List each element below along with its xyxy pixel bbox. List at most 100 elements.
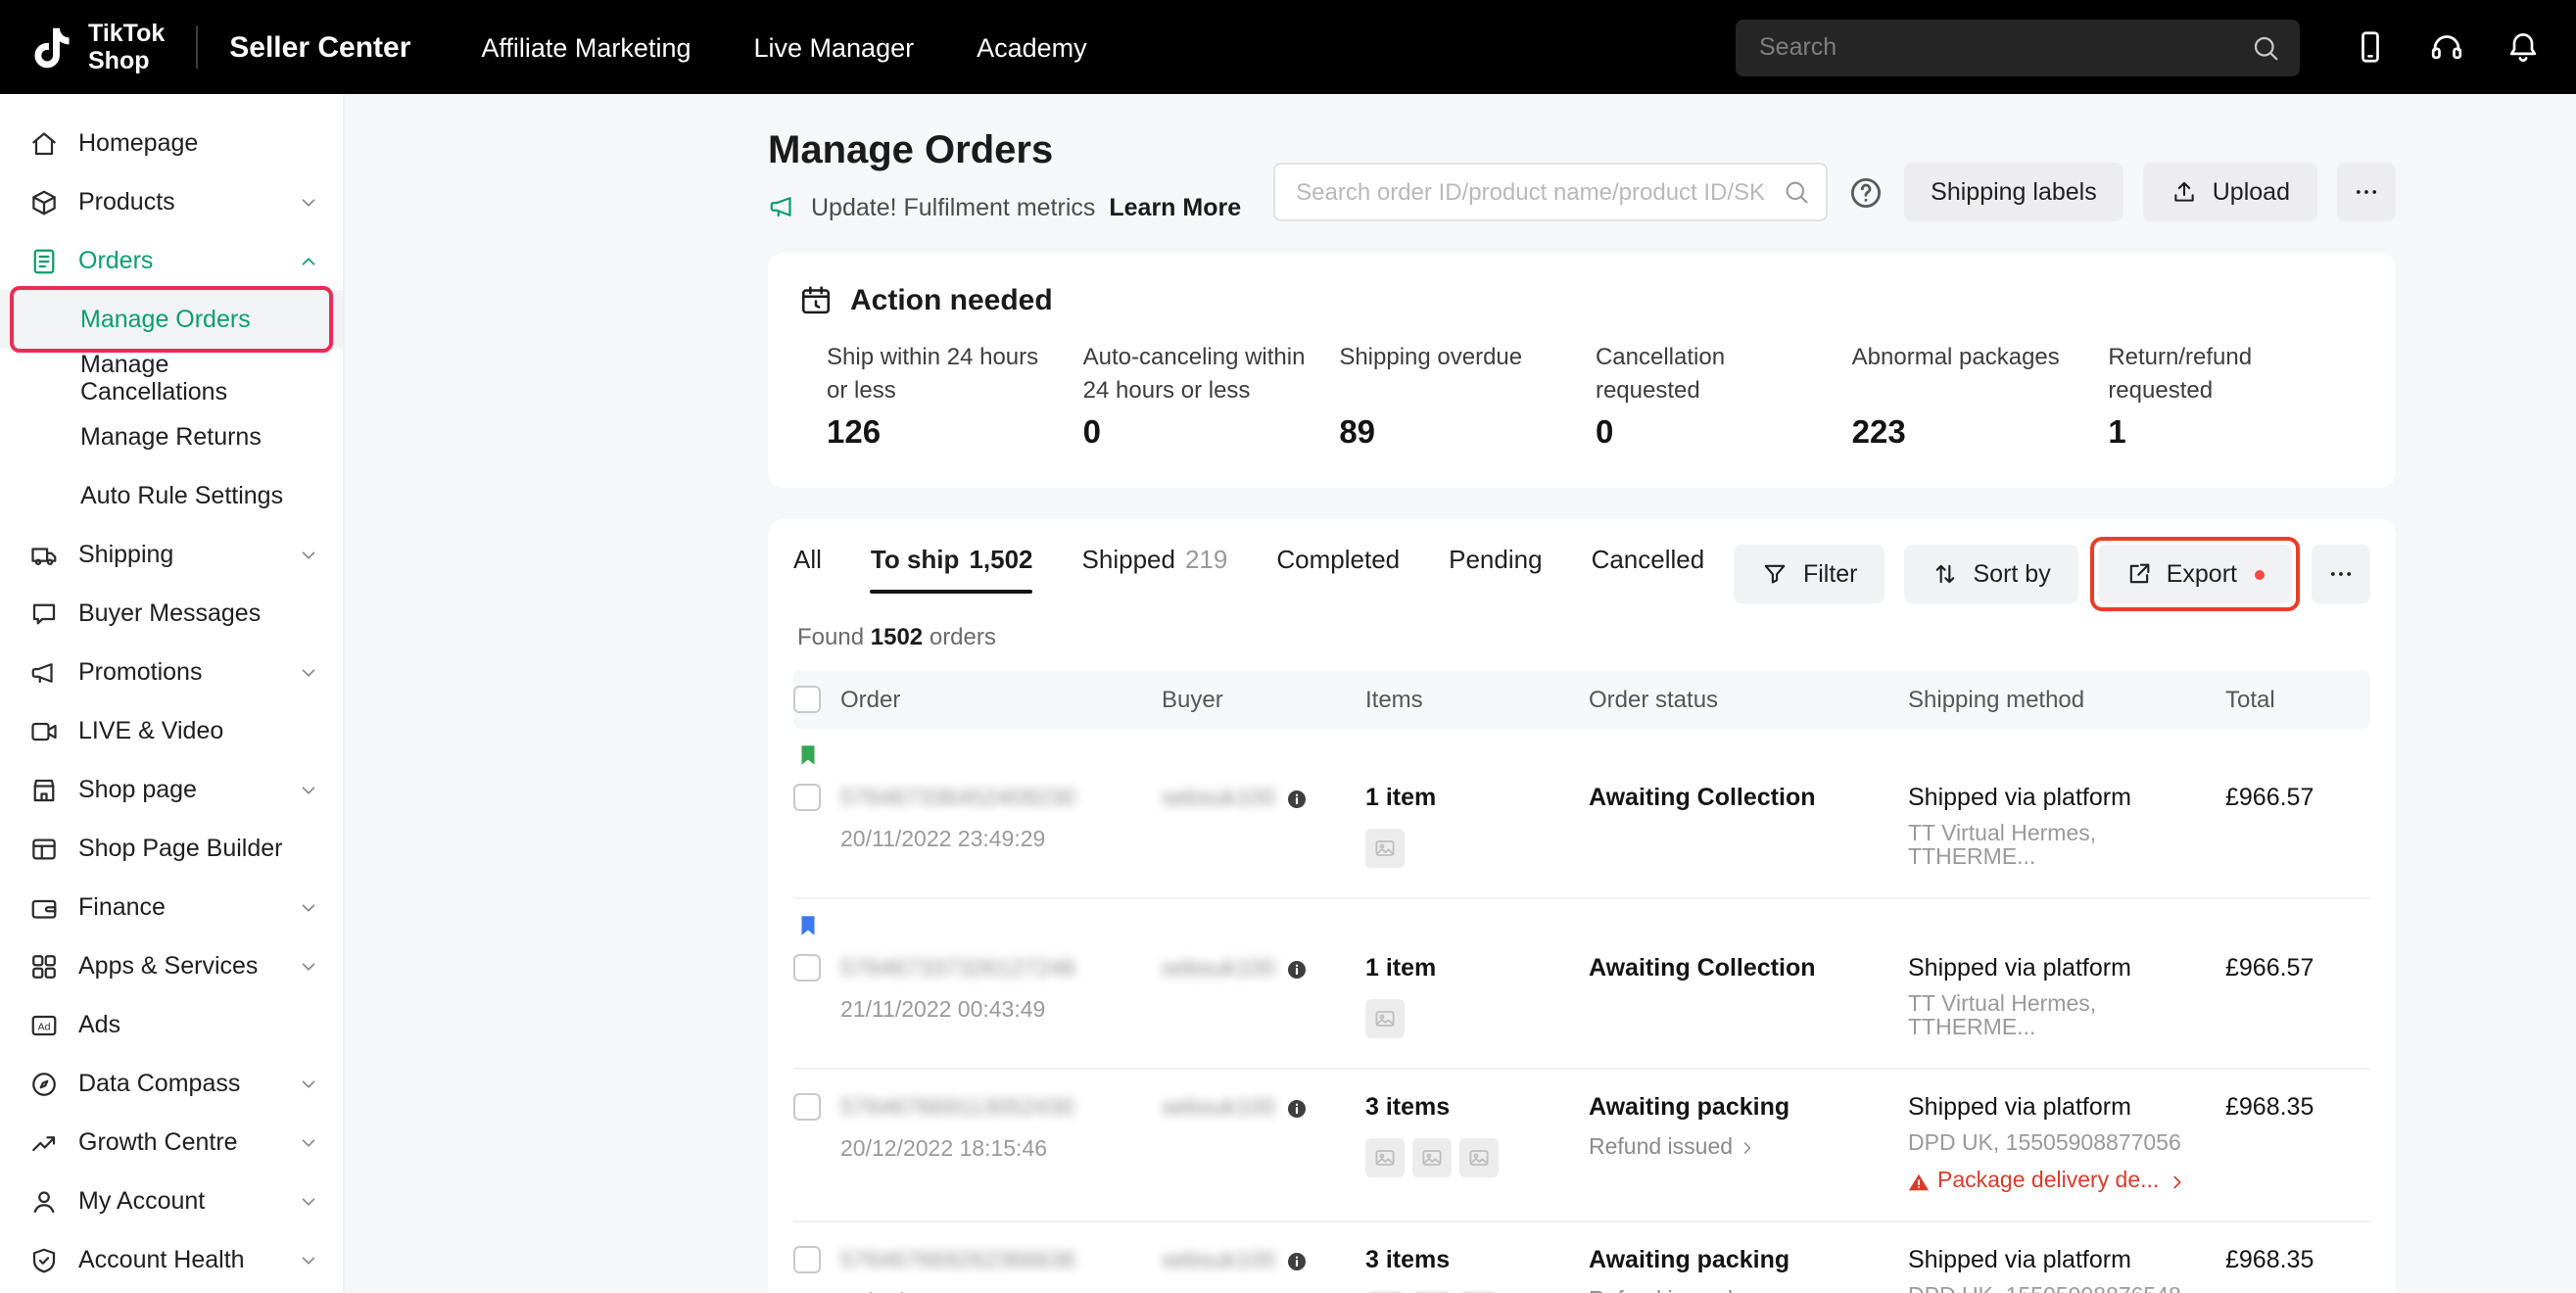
sidebar-item-shop-page[interactable]: Shop page (0, 760, 343, 819)
more-button[interactable] (2312, 545, 2370, 603)
order-search-input[interactable] (1272, 163, 1827, 221)
sidebar-item-label: Ads (78, 1011, 120, 1038)
shipping-detail: TT Virtual Hermes, TTHERME... (1908, 823, 2206, 870)
learn-more-link[interactable]: Learn More (1109, 193, 1241, 220)
shipping-icon (29, 540, 59, 569)
nav-seller-center[interactable]: Seller Center (229, 30, 410, 64)
sidebar-item-data-compass[interactable]: Data Compass (0, 1054, 343, 1113)
refund-issued-link[interactable]: Refund issued (1589, 1289, 1888, 1293)
tab-completed[interactable]: Completed (1276, 545, 1400, 596)
orders-icon (29, 246, 59, 275)
tab-shipped[interactable]: Shipped 219 (1082, 545, 1228, 596)
metric-shipping-overdue[interactable]: Shipping overdue 89 (1339, 341, 1596, 453)
metric-abnormal-packages[interactable]: Abnormal packages 223 (1852, 341, 2109, 453)
sidebar-item-manage-returns[interactable]: Manage Returns (0, 407, 343, 466)
sidebar-item-buyer-messages[interactable]: Buyer Messages (0, 584, 343, 643)
items-count: 1 item (1365, 784, 1569, 811)
sidebar-item-account-health[interactable]: Account Health (0, 1230, 343, 1289)
chevron-down-icon (298, 1190, 319, 1212)
search-icon[interactable] (1782, 178, 1809, 206)
logo-line-1: TikTok (88, 20, 165, 47)
product-thumbnail[interactable] (1412, 1138, 1452, 1177)
help-icon[interactable] (1846, 173, 1884, 211)
sidebar-item-label: My Account (78, 1187, 205, 1215)
filter-button[interactable]: Filter (1735, 545, 1885, 603)
info-icon[interactable] (1285, 1096, 1309, 1120)
sidebar-item-homepage[interactable]: Homepage (0, 114, 343, 172)
sidebar-item-shop-page-builder[interactable]: Shop Page Builder (0, 819, 343, 878)
sidebar-item-products[interactable]: Products (0, 172, 343, 231)
row-checkbox[interactable] (793, 784, 821, 811)
sidebar-item-apps-services[interactable]: Apps & Services (0, 936, 343, 995)
tabs-row: All To ship 1,502 Shipped 219 Completed (793, 519, 2370, 603)
bookmark-icon[interactable] (795, 742, 821, 768)
row-checkbox[interactable] (793, 1093, 821, 1121)
sidebar-item-my-account[interactable]: My Account (0, 1172, 343, 1230)
sidebar-item-orders[interactable]: Orders (0, 231, 343, 290)
metric-auto-canceling[interactable]: Auto-canceling within 24 hours or less 0 (1083, 341, 1340, 453)
order-id[interactable]: 576467669113052430 (840, 1093, 1142, 1121)
sidebar-item-finance[interactable]: Finance (0, 878, 343, 936)
product-thumbnail[interactable] (1365, 829, 1405, 868)
tab-all[interactable]: All (793, 545, 822, 596)
tab-pending[interactable]: Pending (1449, 545, 1542, 596)
sidebar-item-shipping[interactable]: Shipping (0, 525, 343, 584)
sidebar-item-label: Auto Rule Settings (80, 482, 283, 509)
ads-icon: Ad (29, 1010, 59, 1039)
sidebar-item-manage-cancellations[interactable]: Manage Cancellations (0, 349, 343, 407)
export-button[interactable]: Export (2098, 545, 2292, 603)
bell-icon[interactable] (2505, 29, 2541, 65)
headset-icon[interactable] (2429, 29, 2464, 65)
sort-button[interactable]: Sort by (1905, 545, 2078, 603)
sidebar-item-manage-orders[interactable]: Manage Orders (0, 290, 343, 349)
bookmark-icon[interactable] (795, 913, 821, 938)
apps-icon (29, 951, 59, 981)
refund-issued-link[interactable]: Refund issued (1589, 1136, 1888, 1160)
package-delivery-warning[interactable]: Package delivery de... (1908, 1170, 2206, 1193)
info-icon[interactable] (1285, 957, 1309, 981)
metric-return-refund-requested[interactable]: Return/refund requested 1 (2108, 341, 2364, 453)
shipping-labels-button[interactable]: Shipping labels (1903, 163, 2124, 221)
button-label: Upload (2213, 178, 2290, 206)
order-id[interactable]: 576467336452409230 (840, 784, 1142, 811)
shipping-detail: DPD UK, 15505908876548 (1908, 1285, 2206, 1293)
chevron-down-icon (298, 1249, 319, 1270)
select-all-checkbox[interactable] (793, 686, 821, 713)
live-icon (29, 716, 59, 745)
global-search-input[interactable] (1736, 19, 2300, 75)
more-button[interactable] (2337, 163, 2396, 221)
product-thumbnail[interactable] (1365, 1138, 1405, 1177)
mobile-icon[interactable] (2353, 29, 2388, 65)
nav-live-manager[interactable]: Live Manager (754, 32, 915, 62)
info-icon[interactable] (1285, 787, 1309, 810)
product-thumbnail[interactable] (1459, 1138, 1499, 1177)
order-row: 576467669113052430 20/12/2022 18:15:46 s… (793, 1070, 2370, 1222)
metric-label: Ship within 24 hours or less (827, 341, 1060, 409)
nav-affiliate-marketing[interactable]: Affiliate Marketing (481, 32, 691, 62)
upload-button[interactable]: Upload (2144, 163, 2317, 221)
nav-academy[interactable]: Academy (977, 32, 1087, 62)
sidebar-item-label: Shop page (78, 776, 197, 803)
product-thumbnail[interactable] (1365, 999, 1405, 1038)
metric-value: 126 (827, 415, 1083, 453)
metric-ship-within-24h[interactable]: Ship within 24 hours or less 126 (827, 341, 1083, 453)
sidebar-item-promotions[interactable]: Promotions (0, 643, 343, 701)
row-checkbox[interactable] (793, 954, 821, 982)
sidebar-item-live-video[interactable]: LIVE & Video (0, 701, 343, 760)
order-id[interactable]: 576467669262366636 (840, 1246, 1142, 1273)
tiktok-shop-logo[interactable]: TikTok Shop (25, 20, 165, 74)
column-header-items: Items (1365, 686, 1589, 713)
tab-label: Shipped (1082, 545, 1175, 574)
sidebar-item-growth-centre[interactable]: Growth Centre (0, 1113, 343, 1172)
sidebar-item-auto-rule-settings[interactable]: Auto Rule Settings (0, 466, 343, 525)
order-id[interactable]: 576467337326127246 (840, 954, 1142, 982)
row-checkbox[interactable] (793, 1246, 821, 1273)
tab-cancelled[interactable]: Cancelled (1592, 545, 1705, 596)
sidebar-item-ads[interactable]: Ad Ads (0, 995, 343, 1054)
sidebar-item-label: Growth Centre (78, 1128, 238, 1156)
shipping-detail: TT Virtual Hermes, TTHERME... (1908, 993, 2206, 1040)
info-icon[interactable] (1285, 1249, 1309, 1272)
search-icon[interactable] (2251, 32, 2280, 62)
metric-cancellation-requested[interactable]: Cancellation requested 0 (1596, 341, 1852, 453)
tab-to-ship[interactable]: To ship 1,502 (871, 545, 1033, 596)
